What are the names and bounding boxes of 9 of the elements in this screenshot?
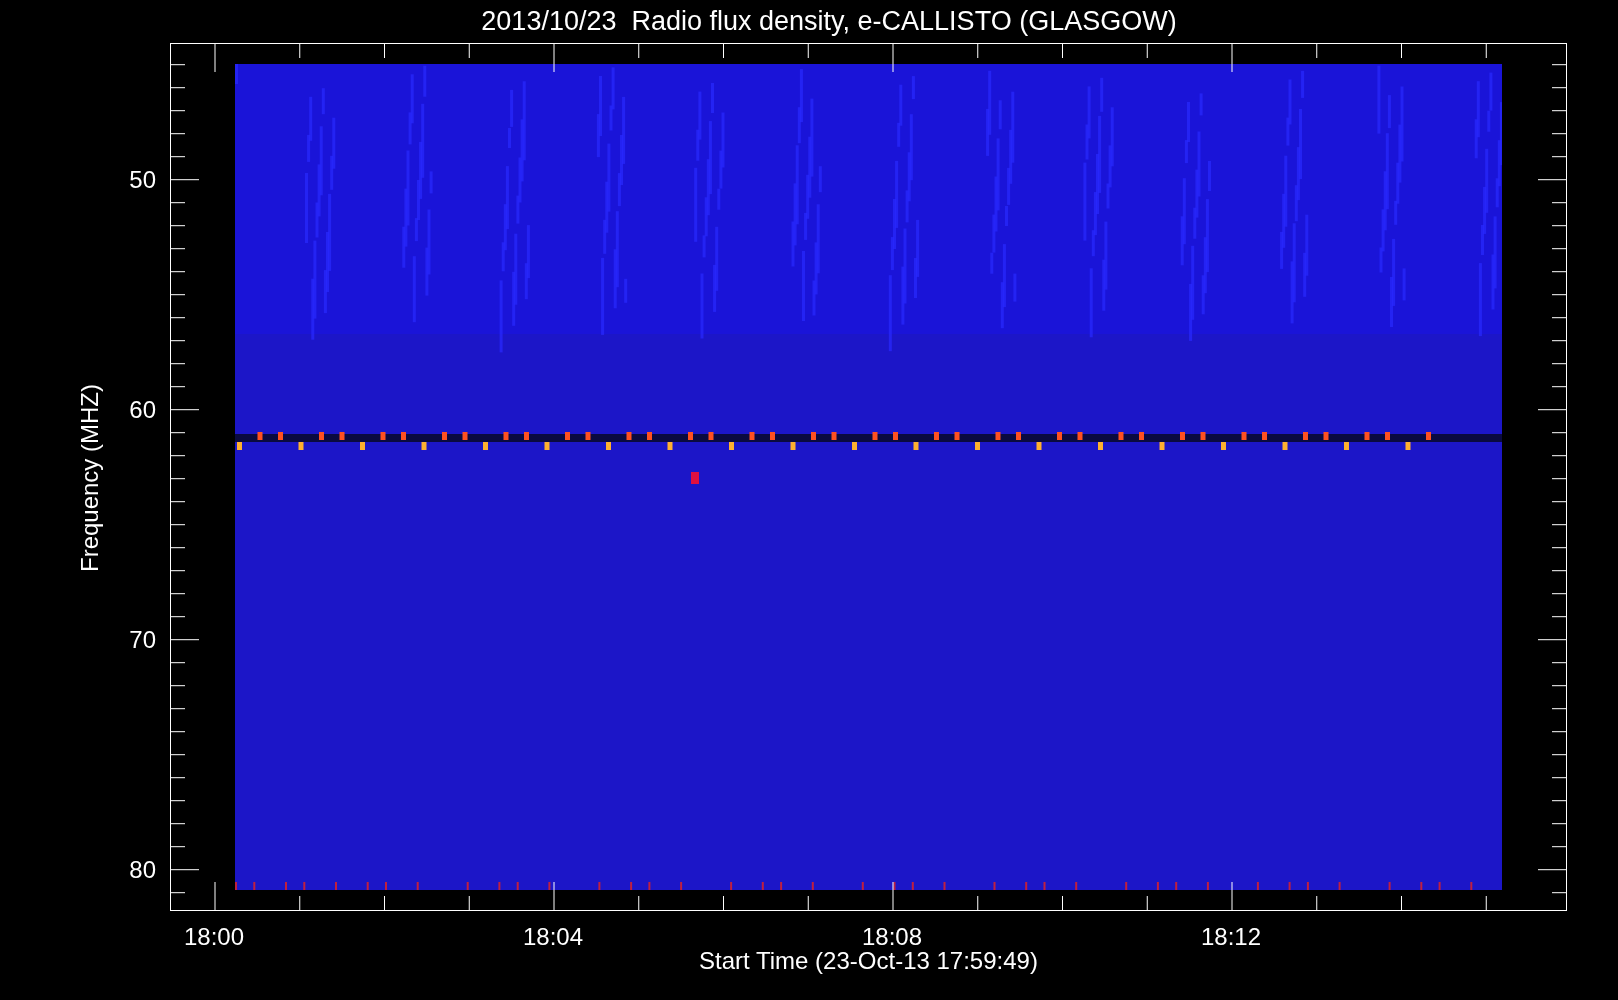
- y-tick-label: 50: [129, 165, 156, 194]
- y-tick-label: 60: [129, 395, 156, 424]
- y-axis-label: Frequency (MHZ): [76, 384, 104, 572]
- y-tick-label: 80: [129, 855, 156, 884]
- y-tick-label: 70: [129, 625, 156, 654]
- chart-title: 2013/10/23 Radio flux density, e-CALLISTO (GLASGOW): [480, 5, 1178, 38]
- x-tick-label: 18:04: [522, 923, 584, 951]
- x-tick-label: 18:00: [183, 923, 245, 951]
- x-tick-label: 18:12: [1200, 923, 1262, 951]
